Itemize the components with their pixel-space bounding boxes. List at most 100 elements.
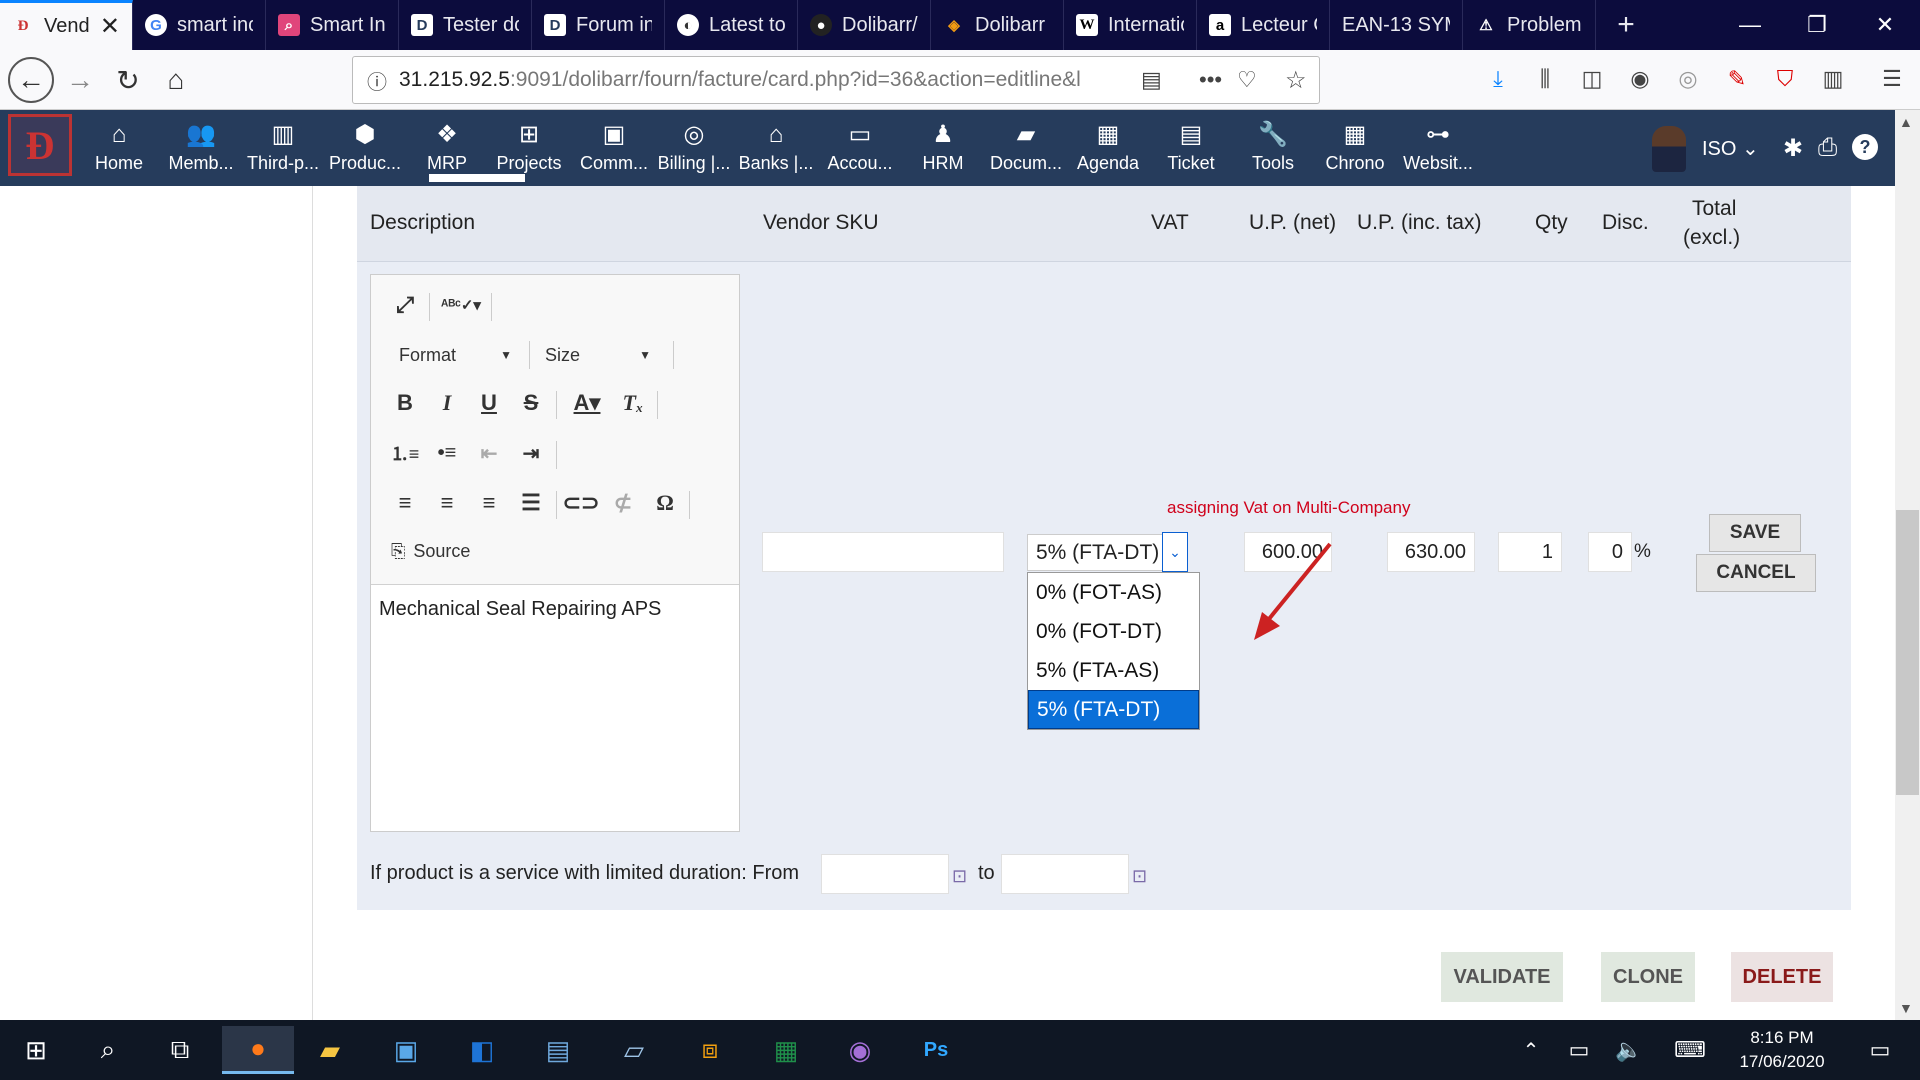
justify-icon[interactable]: ☰ — [515, 487, 547, 519]
up-inc-tax-input[interactable]: 630.00 — [1387, 532, 1475, 572]
barcode-icon[interactable]: ▥ — [1818, 64, 1848, 94]
source-button[interactable]: ⎘ Source — [391, 541, 470, 562]
save-button[interactable]: SAVE — [1709, 514, 1801, 552]
cancel-button[interactable]: CANCEL — [1696, 554, 1816, 592]
menu-icon[interactable]: ☰ — [1877, 64, 1907, 94]
vendor-sku-input[interactable] — [762, 532, 1004, 572]
new-tab-button[interactable]: + — [1596, 0, 1656, 50]
shield-icon[interactable]: ⛉ — [1770, 64, 1800, 94]
tab-lecteur[interactable]: a Lecteur C — [1197, 0, 1330, 50]
task-view-icon[interactable]: ⧉ — [150, 1026, 210, 1074]
vat-option-selected[interactable]: 5% (FTA-DT) — [1028, 690, 1199, 729]
tab-international[interactable]: W Internatic — [1064, 0, 1197, 50]
photoshop-icon[interactable]: Ps — [906, 1026, 966, 1074]
discount-input[interactable]: 0 — [1588, 532, 1632, 572]
vat-option[interactable]: 5% (FTA-AS) — [1028, 651, 1199, 690]
notes-app-icon[interactable]: ▱ — [604, 1026, 664, 1074]
home-button[interactable]: ⌂ — [154, 58, 198, 102]
tab-smart-in[interactable]: ⌕ Smart In — [266, 0, 399, 50]
vmware-icon[interactable]: ⧈ — [680, 1026, 740, 1074]
bookmark-star-icon[interactable]: ☆ — [1285, 66, 1307, 95]
scroll-down-icon[interactable]: ▼ — [1899, 1000, 1913, 1016]
url-bar[interactable]: ⓘ 31.215.92.5:9091/dolibarr/fourn/factur… — [352, 56, 1320, 104]
windows-start-icon[interactable]: ⊞ — [6, 1026, 66, 1074]
taskbar-clock[interactable]: 8:16 PM 17/06/2020 — [1722, 1026, 1842, 1074]
reload-button[interactable]: ↻ — [106, 58, 150, 102]
tab-smart-inc[interactable]: Gsmart inc — [133, 0, 266, 50]
maximize-icon[interactable]: ⤢ — [389, 289, 421, 321]
strikethrough-icon[interactable]: S — [515, 387, 547, 419]
back-button[interactable]: ← — [8, 57, 54, 103]
text-color-icon[interactable]: A▾ — [565, 387, 609, 419]
menu-home[interactable]: ⌂ Home — [78, 110, 160, 186]
link-icon[interactable]: ⊂⊃ — [563, 487, 600, 519]
user-menu[interactable]: ISO ⌄ — [1702, 136, 1759, 161]
menu-third-parties[interactable]: ▥ Third-p... — [242, 110, 324, 186]
reader-view-icon[interactable]: ▤ — [1141, 67, 1162, 93]
control-panel-icon[interactable]: ▣ — [376, 1026, 436, 1074]
tab-dolibarr[interactable]: ◈ Dolibarr — [931, 0, 1064, 50]
description-editor[interactable]: ⤢ ᴬᴮᶜ✓▾ Format ▼ Size ▼ B I U S A▾ Tₓ ⒈≡… — [370, 274, 740, 832]
date-to-input[interactable] — [1001, 854, 1129, 894]
bold-icon[interactable]: B — [389, 387, 421, 419]
tab-vendor-invoice[interactable]: Đ Vend ✕ — [0, 0, 133, 50]
minimize-button[interactable]: — — [1715, 0, 1785, 50]
more-actions-icon[interactable]: ••• — [1199, 67, 1222, 93]
notifications-icon[interactable]: ▭ — [1850, 1026, 1910, 1074]
underline-icon[interactable]: U — [473, 387, 505, 419]
volume-icon[interactable]: 🔈 — [1610, 1026, 1648, 1074]
menu-products[interactable]: ⬢ Produc... — [324, 110, 406, 186]
battery-icon[interactable]: ▭ — [1560, 1026, 1598, 1074]
sidebar-icon[interactable]: ◫ — [1577, 64, 1607, 94]
align-left-icon[interactable]: ≡ — [389, 487, 421, 519]
keyboard-icon[interactable]: ⌨ — [1670, 1026, 1710, 1074]
tab-latest[interactable]: ◐ Latest to — [665, 0, 798, 50]
validate-button[interactable]: VALIDATE — [1441, 952, 1563, 1002]
clone-button[interactable]: CLONE — [1601, 952, 1695, 1002]
menu-documents[interactable]: ▰ Docum... — [985, 110, 1067, 186]
align-right-icon[interactable]: ≡ — [473, 487, 505, 519]
remote-desktop-icon[interactable]: ▤ — [528, 1026, 588, 1074]
menu-commercial[interactable]: ▣ Comm... — [573, 110, 655, 186]
menu-agenda[interactable]: ▦ Agenda — [1067, 110, 1149, 186]
pocket-icon[interactable]: ♡ — [1237, 67, 1257, 93]
align-center-icon[interactable]: ≡ — [431, 487, 463, 519]
menu-accounting[interactable]: ▭ Accou... — [819, 110, 901, 186]
tab-ean13[interactable]: EAN-13 SYM — [1330, 0, 1463, 50]
qty-input[interactable]: 1 — [1498, 532, 1562, 572]
library-icon[interactable]: ⫼ — [1530, 64, 1560, 94]
editor-content[interactable]: Mechanical Seal Repairing APS — [379, 598, 661, 621]
scrollbar-thumb[interactable] — [1896, 510, 1919, 795]
scroll-up-icon[interactable]: ▲ — [1899, 114, 1913, 130]
menu-billing[interactable]: ◎ Billing |... — [653, 110, 735, 186]
numbered-list-icon[interactable]: ⒈≡ — [389, 437, 421, 469]
special-char-icon[interactable]: Ω — [649, 487, 681, 519]
calendar-icon[interactable]: ⊡ — [1132, 866, 1147, 887]
menu-banks[interactable]: ⌂ Banks |... — [735, 110, 817, 186]
company-logo[interactable]: Đ — [8, 114, 72, 176]
download-icon[interactable]: ⤓ — [1483, 64, 1513, 94]
tab-tester[interactable]: D Tester dc — [399, 0, 532, 50]
search-icon[interactable]: ⌕ — [78, 1026, 138, 1074]
help-icon[interactable]: ? — [1852, 134, 1878, 160]
tab-forum[interactable]: D Forum in — [532, 0, 665, 50]
calendar-icon[interactable]: ⊡ — [952, 866, 967, 887]
file-explorer-icon[interactable]: ▰ — [300, 1026, 360, 1074]
menu-tools[interactable]: 🔧 Tools — [1232, 110, 1314, 186]
firefox-icon[interactable]: ● — [222, 1026, 294, 1074]
menu-hrm[interactable]: ♟ HRM — [902, 110, 984, 186]
indent-icon[interactable]: ⇥ — [515, 437, 547, 469]
close-icon[interactable]: ✕ — [100, 12, 120, 41]
vat-option[interactable]: 0% (FOT-AS) — [1028, 573, 1199, 612]
bug-icon[interactable]: ✱ — [1783, 134, 1803, 163]
delete-button[interactable]: DELETE — [1731, 952, 1833, 1002]
tab-github-dolibarr[interactable]: ● Dolibarr/ — [798, 0, 931, 50]
chevron-up-icon[interactable]: ⌃ — [1516, 1026, 1546, 1074]
outlook-icon[interactable]: ◧ — [452, 1026, 512, 1074]
spellcheck-icon[interactable]: ᴬᴮᶜ✓▾ — [439, 289, 483, 321]
forward-button[interactable]: → — [58, 58, 102, 102]
tab-problem[interactable]: ⚠ Problem — [1463, 0, 1596, 50]
github-desktop-icon[interactable]: ◉ — [830, 1026, 890, 1074]
date-from-input[interactable] — [821, 854, 949, 894]
account-icon[interactable]: ◉ — [1625, 64, 1655, 94]
